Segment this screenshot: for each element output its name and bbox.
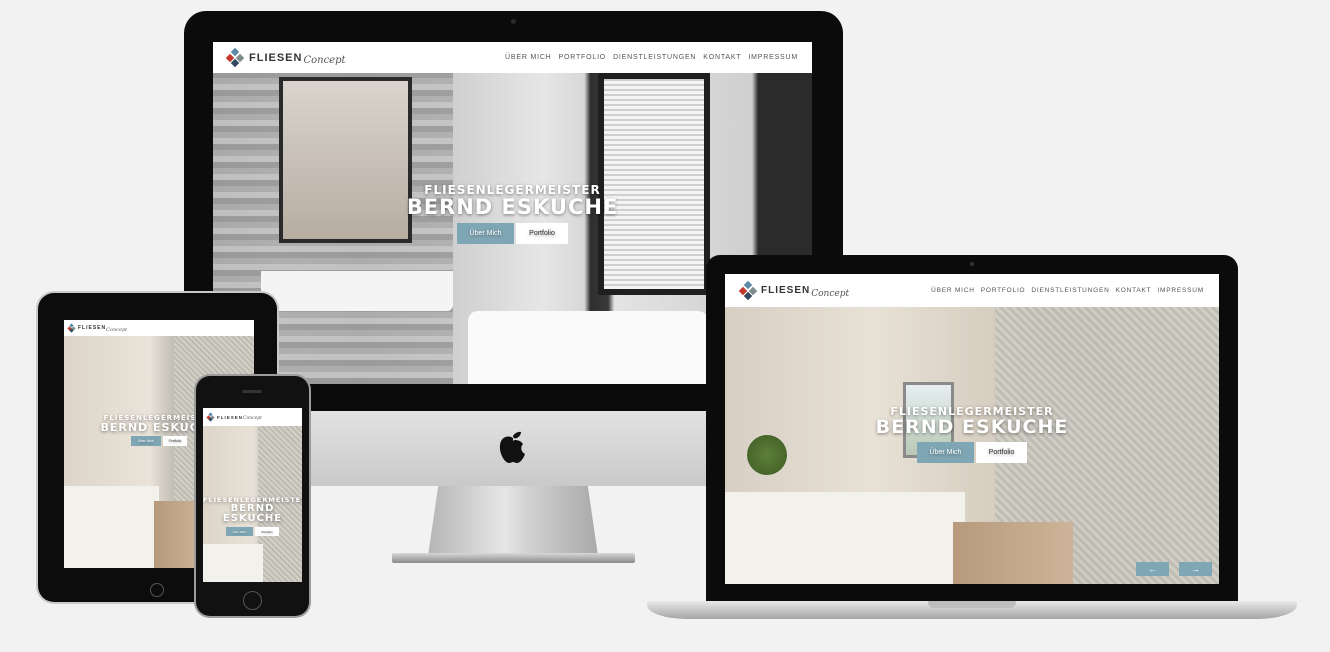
hero-sink — [261, 271, 453, 311]
imac-camera — [511, 19, 516, 24]
logo-word-concept: Concept — [106, 326, 128, 333]
hero-button-ueber-mich[interactable]: Über Mich — [226, 527, 253, 536]
menu-item-kontakt[interactable]: Kontakt — [703, 54, 741, 61]
hero-button-portfolio[interactable]: Portfolio — [255, 527, 279, 536]
apple-logo-icon — [496, 425, 530, 465]
hero-vanity — [203, 544, 263, 582]
hero-text: Fliesenlegermeister Bernd Eskuche Über M… — [213, 183, 812, 244]
logo-word-fliesen: Fliesen — [249, 51, 303, 64]
laptop-camera — [970, 262, 974, 266]
logo-word-concept: Concept — [243, 416, 262, 421]
main-menu: Über mich Portfolio Dienstleistungen Kon… — [505, 54, 798, 61]
logo-tiles-icon — [67, 323, 76, 333]
logo-word-fliesen: Fliesen — [78, 325, 107, 331]
hero-vanity — [725, 492, 965, 584]
site-logo[interactable]: Fliesen Concept — [738, 280, 850, 300]
hero-bench — [953, 522, 1073, 584]
imac-foot — [392, 553, 635, 563]
logo-tiles-icon — [738, 280, 758, 300]
hero-button-ueber-mich[interactable]: Über Mich — [917, 442, 974, 463]
tablet-home-button — [150, 583, 164, 597]
logo-word-fliesen: Fliesen — [217, 414, 244, 420]
hero-button-portfolio[interactable]: Portfolio — [516, 223, 568, 244]
site-logo[interactable]: Fliesen Concept — [67, 323, 128, 333]
hero-button-ueber-mich[interactable]: Über Mich — [131, 436, 161, 446]
menu-item-dienstleistungen[interactable]: Dienstleistungen — [1031, 287, 1109, 294]
menu-item-impressum[interactable]: Impressum — [748, 54, 798, 61]
menu-item-portfolio[interactable]: Portfolio — [559, 54, 607, 61]
slider-prev-button[interactable]: ← — [1136, 562, 1169, 576]
logo-word-concept: Concept — [303, 55, 346, 66]
menu-item-portfolio[interactable]: Portfolio — [981, 287, 1026, 294]
hero-button-ueber-mich[interactable]: Über Mich — [457, 223, 514, 244]
main-menu: Über mich Portfolio Dienstleistungen Kon… — [931, 287, 1204, 294]
laptop-notch — [928, 601, 1016, 608]
menu-item-dienstleistungen[interactable]: Dienstleistungen — [613, 54, 696, 61]
menu-item-kontakt[interactable]: Kontakt — [1116, 287, 1152, 294]
hero-button-portfolio[interactable]: Portfolio — [163, 436, 187, 446]
slider-next-button[interactable]: → — [1179, 562, 1212, 576]
hero-slide: Fliesenlegermeister Bernd Eskuche Über M… — [203, 426, 302, 582]
hero-name: Bernd Eskuche — [406, 195, 619, 219]
hero-vanity — [64, 486, 159, 568]
logo-tiles-icon — [225, 47, 245, 67]
nav-bar: Fliesen Concept — [64, 320, 254, 336]
menu-item-ueber-mich[interactable]: Über mich — [505, 54, 551, 61]
logo-word-concept: Concept — [811, 288, 850, 299]
imac-stand — [428, 486, 598, 556]
hero-name-line2: Eskuche — [222, 513, 283, 524]
hero-name: Bernd Eskuche — [875, 416, 1069, 438]
hero-button-portfolio[interactable]: Portfolio — [976, 442, 1027, 463]
nav-bar: Fliesen Concept Über mich Portfolio Dien… — [725, 274, 1219, 307]
nav-bar: Fliesen Concept — [203, 408, 302, 426]
phone-speaker — [242, 390, 262, 393]
logo-word-fliesen: Fliesen — [761, 285, 811, 296]
hero-slide: Fliesenlegermeister Bernd Eskuche Über M… — [725, 307, 1219, 584]
laptop-screen: Fliesen Concept Über mich Portfolio Dien… — [725, 274, 1219, 584]
logo-tiles-icon — [206, 412, 215, 422]
hero-text: Fliesenlegermeister Bernd Eskuche Über M… — [725, 405, 1219, 463]
phone-screen: Fliesen Concept Fliesenlegermeister Bern… — [203, 408, 302, 582]
menu-item-ueber-mich[interactable]: Über mich — [931, 287, 975, 294]
site-logo[interactable]: Fliesen Concept — [206, 412, 262, 422]
phone-home-button — [243, 591, 262, 610]
site-logo[interactable]: Fliesen Concept — [225, 47, 346, 67]
hero-bathtub — [468, 311, 708, 384]
hero-text: Fliesenlegermeister Bernd Eskuche Über M… — [203, 496, 302, 536]
menu-item-impressum[interactable]: Impressum — [1157, 287, 1204, 294]
nav-bar: Fliesen Concept Über mich Portfolio Dien… — [213, 42, 812, 73]
